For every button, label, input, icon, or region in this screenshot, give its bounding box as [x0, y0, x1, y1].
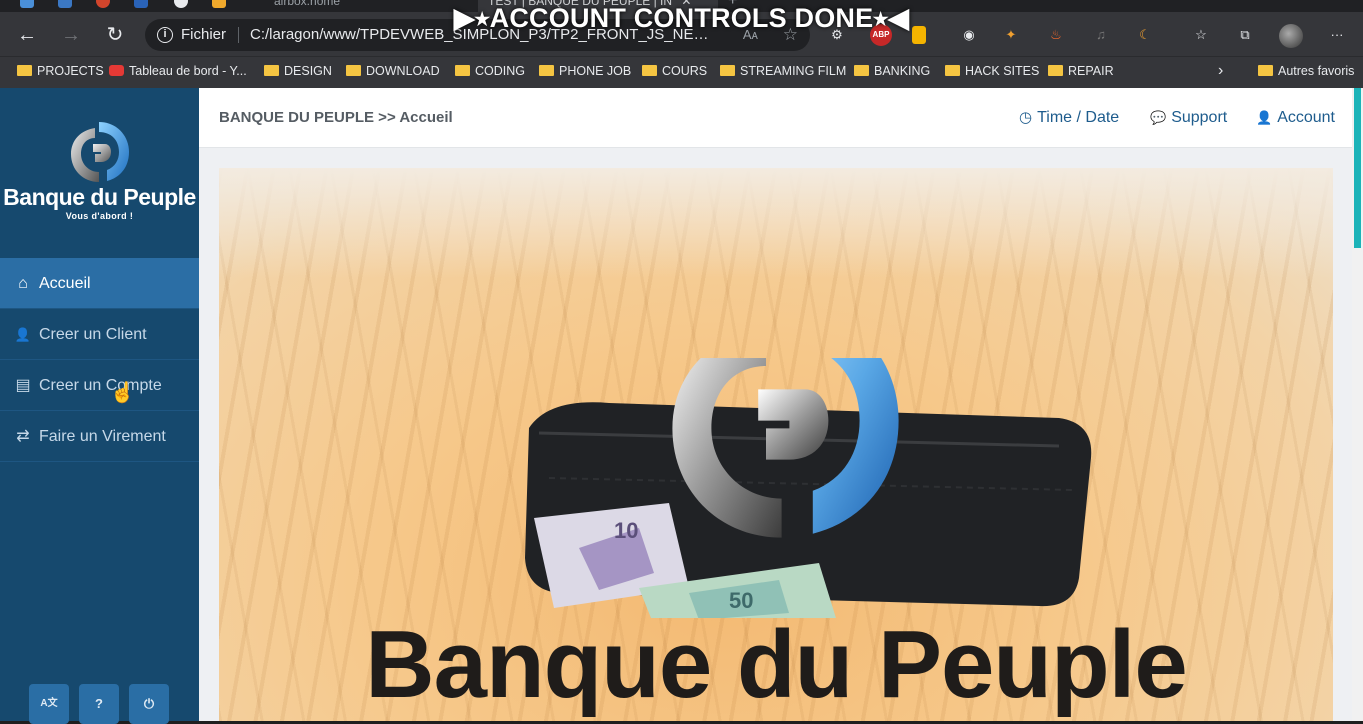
extension-horn-icon[interactable]: ✦: [1000, 24, 1022, 46]
broadcast-icon[interactable]: ◉: [958, 24, 980, 46]
account-link[interactable]: 👤 Account: [1256, 88, 1335, 148]
help-icon[interactable]: ?: [79, 684, 119, 724]
docs-icon[interactable]: [58, 0, 72, 8]
bookmark-youtube-dashboard[interactable]: Tableau de bord - Y...: [109, 57, 247, 85]
sidebar-item-label: Creer un Client: [39, 326, 147, 343]
bookmark-design[interactable]: DESIGN: [264, 57, 332, 85]
bookmarks-bar: PROJECTS Tableau de bord - Y... DESIGN D…: [0, 56, 1363, 88]
trello-icon[interactable]: [134, 0, 148, 8]
comments-icon: 💬: [1150, 110, 1167, 125]
new-tab-button[interactable]: +: [728, 0, 737, 12]
exchange-icon: ⇄: [16, 428, 30, 445]
app-icon[interactable]: [20, 0, 34, 8]
sidebar-item-creer-compte[interactable]: ▤ Creer un Compte: [0, 360, 199, 411]
sketch-icon[interactable]: [212, 0, 226, 8]
read-aloud-icon[interactable]: Aᴀ: [743, 19, 758, 51]
url-text[interactable]: C:/laragon/www/TPDEVWEB_SIMPLON_P3/TP2_F…: [250, 19, 720, 51]
top-navbar: BANQUE DU PEUPLE >> Accueil ◷ Time / Date…: [199, 88, 1352, 148]
back-button[interactable]: ←: [14, 22, 40, 48]
reload-button[interactable]: ↻: [102, 22, 128, 48]
opera-icon[interactable]: [96, 0, 110, 8]
support-label: Support: [1171, 109, 1228, 126]
user-icon: 👤: [14, 327, 32, 342]
bookmark-repair[interactable]: REPAIR: [1048, 57, 1114, 85]
extension-fire-icon[interactable]: ♨: [1045, 24, 1067, 46]
wallet-illustration: 10 50: [525, 358, 1092, 618]
bookmark-download[interactable]: DOWNLOAD: [346, 57, 440, 85]
sidebar-item-accueil[interactable]: ⌂ Accueil: [0, 258, 199, 309]
bookmark-hack-sites[interactable]: HACK SITES: [945, 57, 1039, 85]
bookmarks-overflow-icon[interactable]: ›: [1218, 57, 1223, 85]
forward-button[interactable]: →: [58, 22, 84, 48]
account-label: Account: [1277, 109, 1335, 126]
tab-label: TEST | BANQUE DU PEUPLE | IN: [488, 0, 673, 8]
tab-airbox[interactable]: airbox.home ✕: [274, 0, 503, 12]
extension-gear-icon[interactable]: ⚙: [826, 24, 848, 46]
extension-flag-icon[interactable]: [912, 26, 926, 44]
sidebar-item-label: Creer un Compte: [39, 377, 162, 394]
hero-banner: 10 50 Banque du Peuple: [219, 168, 1333, 721]
bookmark-phone-job[interactable]: PHONE JOB: [539, 57, 631, 85]
home-icon: ⌂: [18, 275, 28, 292]
favorites-icon[interactable]: ☆: [1190, 24, 1212, 46]
profile-avatar[interactable]: [1279, 24, 1303, 48]
sidebar: Banque du Peuple Vous d'abord ! ⌂ Accuei…: [0, 88, 199, 724]
breadcrumb: BANQUE DU PEUPLE >> Accueil: [219, 109, 453, 126]
sidebar-item-label: Faire un Virement: [39, 428, 166, 445]
sidebar-menu: ⌂ Accueil 👤 Creer un Client ▤ Creer un C…: [0, 258, 199, 462]
address-separator: [238, 27, 239, 43]
adblock-plus-icon[interactable]: ABP: [870, 24, 892, 46]
clock-icon: ◷: [1019, 109, 1033, 126]
hero-fade: [219, 168, 1333, 278]
power-icon[interactable]: ⏻: [129, 684, 169, 724]
favorite-star-icon[interactable]: ☆: [783, 19, 798, 51]
scheme-label: Fichier: [181, 26, 227, 43]
bank-logo-icon: [70, 122, 129, 182]
sidebar-brand-name[interactable]: Banque du Peuple: [0, 184, 199, 211]
sidebar-tagline: Vous d'abord !: [65, 211, 134, 221]
main-content: BANQUE DU PEUPLE >> Accueil ◷ Time / Date…: [199, 88, 1363, 721]
bookmark-cours[interactable]: COURS: [642, 57, 707, 85]
browser-toolbar: ← → ↻ i Fichier C:/laragon/www/TPDEVWEB_…: [0, 12, 1363, 56]
browser-menu-icon[interactable]: ···: [1326, 24, 1348, 46]
language-icon[interactable]: A文: [29, 684, 69, 724]
github-icon[interactable]: [174, 0, 188, 8]
tab-label: airbox.home: [274, 0, 341, 8]
page-scrollbar-thumb[interactable]: [1354, 88, 1361, 248]
tab-close-icon[interactable]: ✕: [681, 0, 691, 8]
hero-title: Banque du Peuple: [365, 611, 1187, 718]
user-icon: 👤: [1256, 110, 1273, 125]
bookmark-projects[interactable]: PROJECTS: [17, 57, 104, 85]
extension-music-icon[interactable]: ♫: [1090, 24, 1112, 46]
time-date-label: Time / Date: [1037, 109, 1120, 126]
bookmark-other-favorites[interactable]: Autres favoris: [1258, 57, 1354, 85]
bookmark-banking[interactable]: BANKING: [854, 57, 930, 85]
support-link[interactable]: 💬 Support: [1150, 88, 1227, 148]
collections-icon[interactable]: ⧉: [1234, 24, 1256, 46]
sidebar-item-faire-virement[interactable]: ⇄ Faire un Virement: [0, 411, 199, 462]
tab-banque-du-peuple[interactable]: TEST | BANQUE DU PEUPLE | IN ✕: [478, 0, 718, 12]
sidebar-item-label: Accueil: [39, 275, 91, 292]
address-bar[interactable]: i Fichier C:/laragon/www/TPDEVWEB_SIMPLO…: [145, 19, 810, 51]
site-info-icon[interactable]: i: [157, 27, 173, 43]
bookmark-streaming-film[interactable]: STREAMING FILM: [720, 57, 846, 85]
sidebar-item-creer-client[interactable]: 👤 Creer un Client: [0, 309, 199, 360]
time-date-link[interactable]: ◷ Time / Date: [1019, 88, 1119, 148]
bookmark-coding[interactable]: CODING: [455, 57, 525, 85]
mouse-pointer-icon: ☝: [110, 382, 135, 404]
browser-tab-strip: airbox.home ✕ TEST | BANQUE DU PEUPLE | …: [0, 0, 1363, 12]
id-card-icon: ▤: [15, 377, 31, 394]
banknote-10-label: 10: [614, 518, 638, 543]
extension-moon-icon[interactable]: ☾: [1134, 24, 1156, 46]
